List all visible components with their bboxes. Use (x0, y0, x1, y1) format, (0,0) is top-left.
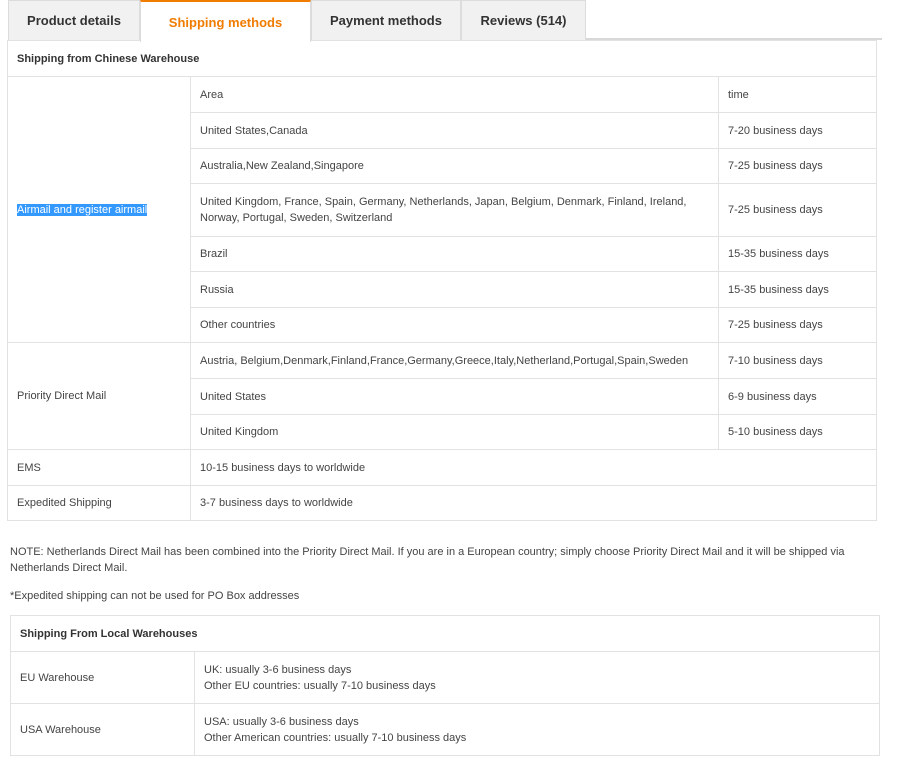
area-cell: Austria, Belgium,Denmark,Finland,France,… (190, 342, 719, 379)
table-row: USA Warehouse USA: usually 3-6 business … (10, 703, 881, 756)
time-cell: 6-9 business days (717, 378, 878, 415)
local-warehouse-table: Shipping From Local Warehouses EU Wareho… (9, 615, 881, 756)
expedited-desc-cell: 3-7 business days to worldwide (189, 485, 878, 521)
table-row: Expedited Shipping 3-7 business days to … (7, 485, 878, 521)
time-cell: 7-10 business days (717, 342, 878, 379)
time-cell: 7-25 business days (717, 183, 878, 237)
chinese-warehouse-table: Shipping from Chinese Warehouse Airmail … (6, 40, 878, 521)
table-row: Priority Direct Mail Austria, Belgium,De… (7, 342, 878, 450)
time-cell: 7-20 business days (717, 112, 878, 149)
table-header-row: Shipping from Chinese Warehouse (6, 40, 878, 77)
area-cell: Brazil (190, 236, 719, 272)
time-cell: 7-25 business days (717, 148, 878, 184)
tab-payment-methods[interactable]: Payment methods (311, 0, 461, 40)
eu-other-time: Other EU countries: usually 7-10 busines… (204, 679, 436, 692)
area-cell: Russia (190, 271, 719, 308)
usa-us-time: USA: usually 3-6 business days (204, 715, 359, 728)
expedited-note: *Expedited shipping can not be used for … (10, 590, 300, 602)
table-row: EMS 10-15 business days to worldwide (7, 449, 878, 486)
tab-reviews[interactable]: Reviews (514) (461, 0, 586, 40)
area-cell: United Kingdom (190, 414, 719, 450)
chinese-warehouse-header: Shipping from Chinese Warehouse (6, 40, 878, 77)
area-cell: United States (190, 378, 719, 415)
local-warehouse-header: Shipping From Local Warehouses (9, 615, 881, 652)
area-cell: Other countries (190, 307, 719, 343)
table-header-row: Shipping From Local Warehouses (9, 615, 881, 652)
airmail-method-label: Airmail and register airmail (17, 203, 148, 216)
time-cell: 15-35 business days (717, 236, 878, 272)
table-row: EU Warehouse UK: usually 3-6 business da… (10, 651, 881, 704)
area-cell: United Kingdom, France, Spain, Germany, … (190, 183, 719, 237)
eu-uk-time: UK: usually 3-6 business days (204, 663, 352, 676)
usa-warehouse-times: USA: usually 3-6 business days Other Ame… (193, 703, 881, 756)
table-row: Airmail and register airmail Area time (7, 76, 878, 343)
tab-product-details[interactable]: Product details (8, 0, 140, 40)
eu-warehouse-times: UK: usually 3-6 business days Other EU c… (193, 651, 881, 704)
area-cell: United States,Canada (190, 112, 719, 149)
priority-note: NOTE: Netherlands Direct Mail has been c… (10, 546, 845, 574)
area-cell: Australia,New Zealand,Singapore (190, 148, 719, 184)
airmail-method-cell: Airmail and register airmail (7, 76, 191, 343)
tab-shipping-methods[interactable]: Shipping methods (140, 0, 311, 42)
time-cell: 5-10 business days (717, 414, 878, 450)
ems-method-cell: EMS (7, 449, 191, 486)
time-cell: 15-35 business days (717, 271, 878, 308)
eu-warehouse-name: EU Warehouse (10, 651, 195, 704)
ems-desc-cell: 10-15 business days to worldwide (189, 449, 878, 486)
area-column-header: Area (190, 76, 719, 113)
usa-other-time: Other American countries: usually 7-10 b… (204, 731, 467, 744)
priority-method-cell: Priority Direct Mail (7, 342, 191, 450)
time-column-header: time (717, 76, 878, 113)
usa-warehouse-name: USA Warehouse (10, 703, 195, 756)
tab-bar: Product details Shipping methods Payment… (8, 0, 882, 42)
expedited-method-cell: Expedited Shipping (7, 485, 191, 521)
time-cell: 7-25 business days (717, 307, 878, 343)
